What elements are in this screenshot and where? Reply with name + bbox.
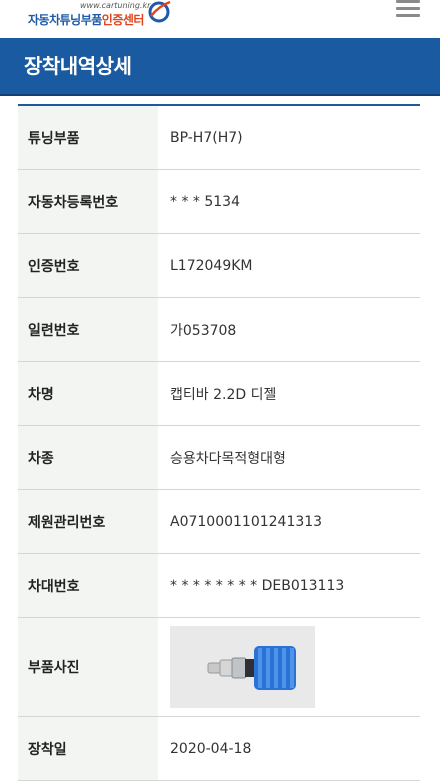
part-photo[interactable] [170,626,315,708]
value-car-name: 캡티바 2.2D 디젤 [170,386,277,403]
value-serial-number: 가053708 [170,322,237,339]
row-install-date: 장착일 2020-04-18 [18,717,420,781]
page-title: 장착내역상세 [24,54,132,78]
hamburger-menu-icon[interactable] [396,0,420,18]
logo-title: 자동차튜닝부품인증센터 [28,11,144,28]
led-bulb-image [170,626,315,708]
label-car-type: 차종 [18,426,158,489]
row-car-name: 차명 캡티바 2.2D 디젤 [18,362,420,426]
row-part-photo: 부품사진 [18,618,420,717]
value-tuning-part: BP-H7(H7) [170,129,243,146]
row-serial-number: 일련번호 가053708 [18,298,420,362]
label-tuning-part: 튜닝부품 [18,106,158,169]
top-bar: www.cartuning.kr 자동차튜닝부품인증센터 [0,0,440,38]
label-vin: 차대번호 [18,554,158,617]
row-spec-number: 제원관리번호 A0710001101241313 [18,490,420,554]
label-spec-number: 제원관리번호 [18,490,158,553]
row-vin: 차대번호 * * * * * * * * DEB013113 [18,554,420,618]
row-tuning-part: 튜닝부품 BP-H7(H7) [18,106,420,170]
label-serial-number: 일련번호 [18,298,158,361]
logo-title-main: 자동차튜닝부품 [28,13,102,27]
label-car-name: 차명 [18,362,158,425]
detail-table: 튜닝부품 BP-H7(H7) 자동차등록번호 * * * 5134 인증번호 L… [18,104,420,781]
row-car-type: 차종 승용차다목적형대형 [18,426,420,490]
value-part-photo [158,618,420,716]
swoosh-logo-icon [148,0,171,23]
value-car-type: 승용차다목적형대형 [170,450,286,467]
row-registration-number: 자동차등록번호 * * * 5134 [18,170,420,234]
label-certification-number: 인증번호 [18,234,158,297]
value-registration-number: * * * 5134 [170,193,240,210]
label-install-date: 장착일 [18,717,158,780]
label-registration-number: 자동차등록번호 [18,170,158,233]
row-certification-number: 인증번호 L172049KM [18,234,420,298]
page-header: 장착내역상세 [0,38,440,96]
label-part-photo: 부품사진 [18,618,158,716]
value-certification-number: L172049KM [170,257,253,274]
logo-url: www.cartuning.kr [80,1,151,10]
value-spec-number: A0710001101241313 [170,513,323,530]
value-install-date: 2020-04-18 [170,740,252,757]
logo-title-accent: 인증센터 [101,13,145,27]
value-vin: * * * * * * * * DEB013113 [170,577,345,594]
